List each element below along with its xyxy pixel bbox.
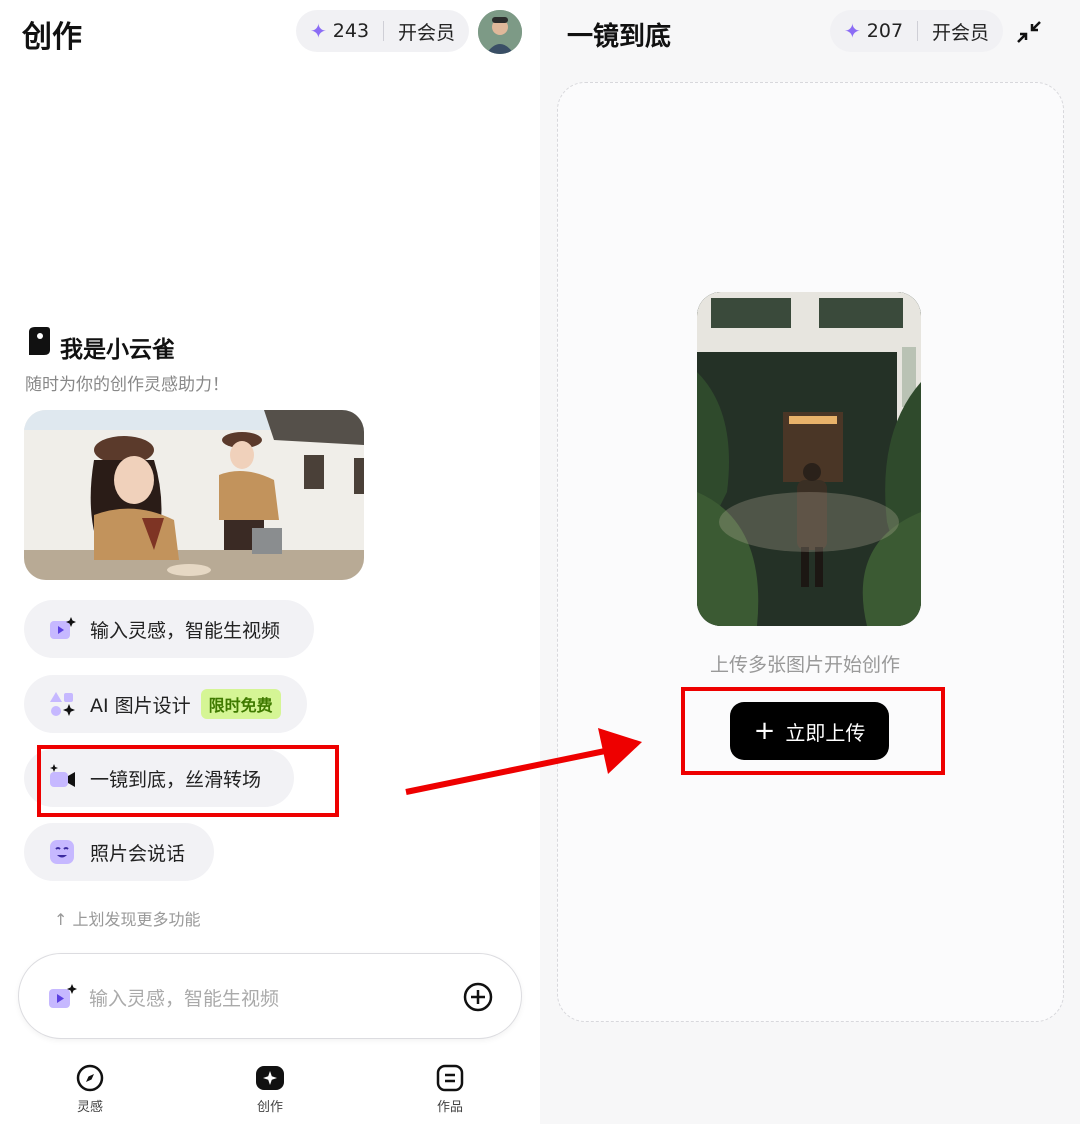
upload-hint: 上传多张图片开始创作 [710, 654, 901, 676]
chip-label: AI 图片设计 [90, 694, 191, 717]
sparkle-icon: ✦ [310, 19, 327, 43]
compass-icon [76, 1064, 104, 1092]
chip-label: 输入灵感，智能生视频 [90, 619, 281, 642]
sparkle-icon: ✦ [844, 19, 861, 43]
chip-label: 照片会说话 [90, 842, 186, 865]
preview-image [697, 292, 921, 626]
tab-inspiration[interactable]: 灵感 [60, 1064, 120, 1115]
tab-label: 灵感 [76, 1100, 103, 1115]
sparkle-icon [256, 1066, 284, 1090]
highlight-box [681, 687, 945, 775]
divider [383, 21, 385, 41]
video-spark-icon [50, 617, 76, 639]
avatar[interactable] [478, 10, 522, 54]
credits-pill[interactable]: ✦ 207 开会员 [830, 10, 1004, 52]
swipe-hint: ↑ 上划发现更多功能 [54, 910, 201, 929]
greeting-title: 我是小云雀 [60, 337, 175, 363]
add-circle-icon[interactable] [463, 982, 493, 1012]
tab-works[interactable]: 作品 [420, 1064, 480, 1115]
credits-count: 207 [866, 20, 904, 42]
greeting-subtitle: 随时为你的创作灵感助力！ [25, 375, 229, 395]
free-badge: 限时免费 [200, 689, 281, 719]
list-icon [436, 1064, 464, 1092]
create-screen: 创作 ✦ 243 开会员 我是小云雀 随时为你的创作灵感助力！ 输入灵感，智能生… [0, 0, 540, 1124]
chip-talking-photo[interactable]: 照片会说话 [24, 823, 214, 881]
prompt-input-bar[interactable]: 输入灵感，智能生视频 [18, 953, 522, 1039]
bird-logo-icon [29, 327, 50, 355]
credits-pill[interactable]: ✦ 243 开会员 [296, 10, 470, 52]
highlight-box [37, 745, 339, 817]
tab-label: 创作 [256, 1100, 283, 1115]
credits-count: 243 [332, 20, 370, 42]
shapes-icon [50, 692, 75, 716]
divider [917, 21, 919, 41]
page-title: 一镜到底 [567, 22, 672, 52]
tab-label: 作品 [436, 1100, 463, 1115]
tab-create[interactable]: 创作 [240, 1064, 300, 1115]
chip-text-to-video[interactable]: 输入灵感，智能生视频 [24, 600, 314, 658]
prompt-placeholder: 输入灵感，智能生视频 [89, 988, 280, 1010]
collapse-icon[interactable] [1014, 18, 1044, 46]
chip-ai-image-design[interactable]: AI 图片设计 限时免费 [24, 675, 307, 733]
vip-button[interactable]: 开会员 [398, 18, 455, 45]
vip-button[interactable]: 开会员 [932, 18, 989, 45]
feature-banner-image[interactable] [24, 410, 364, 580]
smile-face-icon [50, 840, 74, 864]
video-spark-icon [49, 984, 77, 1008]
page-title: 创作 [22, 20, 82, 55]
